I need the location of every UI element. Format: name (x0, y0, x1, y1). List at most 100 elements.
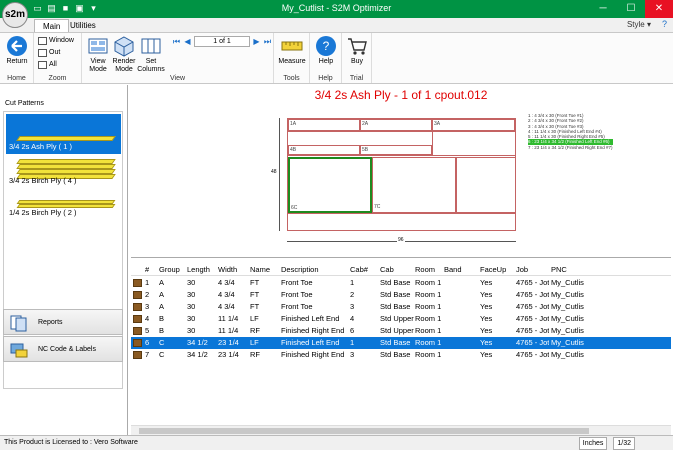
units-indicator[interactable]: Inches (578, 437, 608, 450)
cell-pnc: My_Cutlist (551, 350, 584, 359)
minimize-button[interactable]: ─ (589, 0, 617, 18)
cell-name: LF (250, 314, 259, 323)
drawing-title: 3/4 2s Ash Ply - 1 of 1 cpout.012 (314, 88, 488, 102)
cell-job: 4765 - Jot (516, 302, 549, 311)
app-logo[interactable]: s2m (2, 2, 28, 28)
zoom-out-button[interactable]: Out (38, 48, 60, 58)
prev-page-icon[interactable]: ◀ (183, 36, 192, 47)
cell-cab-number: 6 (350, 326, 355, 335)
table-row[interactable]: 6 C 34 1/2 23 1/4 LF Finished Left End 1 Std Ba… (131, 337, 671, 349)
part-5b[interactable]: 5B (360, 145, 432, 155)
cell-number: 3 (145, 302, 150, 311)
cell-name: FT (250, 302, 260, 311)
part-4b[interactable]: 4B (288, 145, 360, 155)
part-6c[interactable]: 6C (288, 157, 372, 213)
col-header-name[interactable]: Name (250, 265, 270, 274)
ribbon: Return Home Window Out All Zoom View Mod… (0, 32, 673, 84)
col-header-length[interactable]: Length (187, 265, 210, 274)
license-text: This Product is Licensed to : Vero Softw… (4, 439, 138, 446)
col-header-pnc[interactable]: PNC (551, 265, 567, 274)
col-header-group[interactable]: Group (159, 265, 180, 274)
next-page-icon[interactable]: ▶ (252, 36, 261, 47)
cell-group: B (159, 314, 165, 323)
table-row[interactable]: 2 A 30 4 3/4 FT Front Toe 2 Std Base Room 1 Yes 47… (131, 289, 671, 301)
table-row[interactable]: 4 B 30 11 1/4 LF Finished Left End 4 Std Upper R… (131, 313, 671, 325)
col-header-room[interactable]: Room (415, 265, 435, 274)
return-button[interactable]: Return (1, 35, 33, 66)
parts-grid[interactable]: # Group Length Width Name Description Ca… (131, 262, 671, 435)
group-home: Return Home (0, 33, 34, 83)
col-header-job[interactable]: Job (516, 265, 528, 274)
cell-group: A (159, 290, 165, 299)
col-header-cab-number[interactable]: Cab# (350, 265, 368, 274)
scrollbar-thumb[interactable] (139, 428, 589, 434)
col-header-cab[interactable]: Cab (380, 265, 394, 274)
cell-group: C (159, 338, 165, 347)
col-header-number[interactable]: # (145, 265, 149, 274)
precision-indicator[interactable]: 1/32 (613, 437, 635, 450)
table-row[interactable]: 7 C 34 1/2 23 1/4 RF Finished Right End 3 Std B… (131, 349, 671, 361)
close-button[interactable]: ✕ (645, 0, 673, 18)
zoom-all-button[interactable]: All (38, 60, 57, 70)
columns-icon (141, 38, 161, 54)
cell-description: Front Toe (281, 278, 313, 287)
ruler-icon (281, 41, 303, 51)
page-indicator[interactable]: 1 of 1 (194, 36, 250, 47)
row-part-icon (133, 279, 142, 287)
sheet-offcut (456, 157, 516, 213)
help-label: Help (318, 58, 334, 65)
cell-name: LF (250, 338, 259, 347)
group-zoom-label: Zoom (48, 75, 67, 82)
cell-cab-number: 2 (350, 290, 355, 299)
set-columns-button[interactable]: Set Columns (136, 35, 166, 74)
first-page-icon[interactable]: ⏮ (172, 36, 181, 47)
sheet-divider (288, 155, 515, 156)
part-1a[interactable]: 1A (288, 119, 360, 131)
render-mode-button[interactable]: Render Mode (110, 35, 138, 74)
cut-pattern-drawing[interactable]: 3/4 2s Ash Ply - 1 of 1 cpout.012 48 96 … (131, 86, 671, 258)
zoom-window-button[interactable]: Window (38, 36, 74, 46)
part-3a[interactable]: 3A (432, 119, 515, 131)
cell-length: 30 (187, 290, 196, 299)
pattern-item[interactable]: 1/4 2s Birch Ply ( 2 ) (6, 180, 121, 220)
nc-code-labels-button[interactable]: NC Code & Labels (3, 336, 123, 362)
tab-utilities[interactable]: Utilities (62, 19, 104, 32)
cell-pnc: My_Cutlist (551, 278, 584, 287)
window-title: My_Cutlist - S2M Optimizer (281, 3, 392, 13)
col-header-band[interactable]: Band (444, 265, 462, 274)
maximize-button[interactable]: ☐ (617, 0, 645, 18)
cell-group: A (159, 302, 165, 311)
cube-icon (114, 36, 134, 57)
part-2a[interactable]: 2A (360, 119, 432, 131)
part-7c[interactable]: 7C (372, 157, 456, 213)
table-row[interactable]: 1 A 30 4 3/4 FT Front Toe 1 Std Base Room 1 Yes 47… (131, 277, 671, 289)
measure-button[interactable]: Measure (276, 35, 308, 66)
cell-name: RF (250, 326, 260, 335)
horizontal-scrollbar[interactable] (131, 425, 671, 435)
help-icon[interactable]: ? (662, 19, 667, 29)
cell-number: 2 (145, 290, 150, 299)
cell-name: FT (250, 290, 260, 299)
height-dimension-line (279, 118, 280, 231)
table-row[interactable]: 3 A 30 4 3/4 FT Front Toe 3 Std Base Room 1 Yes 47… (131, 301, 671, 313)
cell-number: 1 (145, 278, 150, 287)
help-button[interactable]: ? Help (310, 35, 342, 66)
table-row[interactable]: 5 B 30 11 1/4 RF Finished Right End 6 Std Upper… (131, 325, 671, 337)
cell-width: 11 1/4 (218, 314, 239, 323)
view-mode-button[interactable]: View Mode (84, 35, 112, 74)
style-menu[interactable]: Style ▾ (627, 20, 651, 29)
group-trial-label: Trial (349, 75, 364, 82)
buy-button[interactable]: Buy (342, 35, 372, 66)
status-bar: This Product is Licensed to : Vero Softw… (0, 435, 673, 450)
cell-cab: Std Upper (380, 314, 414, 323)
last-page-icon[interactable]: ⏭ (263, 36, 272, 47)
sheet-divider (432, 131, 433, 155)
cell-length: 30 (187, 278, 196, 287)
reports-button[interactable]: Reports (3, 309, 123, 335)
group-view: View Mode Render Mode Set Columns ⏮ ◀ 1 … (82, 33, 274, 83)
col-header-width[interactable]: Width (218, 265, 237, 274)
cell-faceup: Yes (480, 326, 493, 335)
pattern-label: 1/4 2s Birch Ply ( 2 ) (9, 208, 77, 217)
col-header-description[interactable]: Description (281, 265, 319, 274)
col-header-faceup[interactable]: FaceUp (480, 265, 506, 274)
